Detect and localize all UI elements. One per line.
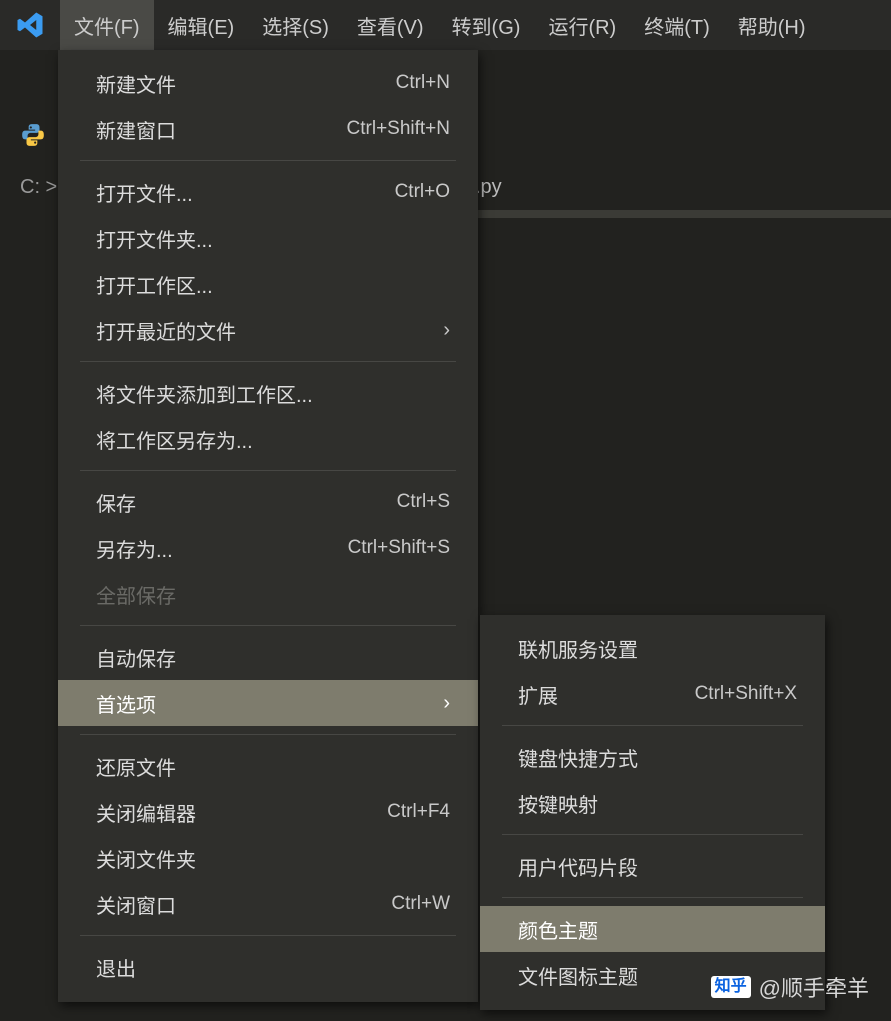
menu-edit[interactable]: 编辑(E): [154, 0, 249, 50]
menu-file[interactable]: 文件(F): [60, 0, 154, 50]
menu-selection[interactable]: 选择(S): [248, 0, 343, 50]
submenu-keyboard-shortcuts[interactable]: 键盘快捷方式: [480, 734, 825, 780]
menu-revert-file[interactable]: 还原文件: [58, 743, 478, 789]
menu-terminal[interactable]: 终端(T): [630, 0, 724, 50]
submenu-extensions[interactable]: 扩展Ctrl+Shift+X: [480, 671, 825, 717]
menu-run[interactable]: 运行(R): [534, 0, 630, 50]
menu-open-recent[interactable]: 打开最近的文件›: [58, 307, 478, 353]
chevron-right-icon: ›: [443, 692, 450, 715]
menu-close-folder[interactable]: 关闭文件夹: [58, 835, 478, 881]
menu-separator: [80, 625, 456, 626]
menu-save[interactable]: 保存Ctrl+S: [58, 479, 478, 525]
menu-save-workspace-as[interactable]: 将工作区另存为...: [58, 416, 478, 462]
menu-new-window[interactable]: 新建窗口Ctrl+Shift+N: [58, 106, 478, 152]
menu-separator: [80, 470, 456, 471]
menu-separator: [80, 734, 456, 735]
menu-view[interactable]: 查看(V): [343, 0, 438, 50]
file-menu-dropdown: 新建文件Ctrl+N 新建窗口Ctrl+Shift+N 打开文件...Ctrl+…: [58, 50, 478, 1002]
breadcrumb-prefix: C: >: [20, 176, 57, 199]
menu-open-folder[interactable]: 打开文件夹...: [58, 215, 478, 261]
submenu-user-snippets[interactable]: 用户代码片段: [480, 843, 825, 889]
menu-open-file[interactable]: 打开文件...Ctrl+O: [58, 169, 478, 215]
menu-save-all: 全部保存: [58, 571, 478, 617]
menu-preferences[interactable]: 首选项›: [58, 680, 478, 726]
submenu-color-theme[interactable]: 颜色主题: [480, 906, 825, 952]
menu-go[interactable]: 转到(G): [438, 0, 535, 50]
submenu-online-settings[interactable]: 联机服务设置: [480, 625, 825, 671]
submenu-keymaps[interactable]: 按键映射: [480, 780, 825, 826]
menu-separator: [502, 834, 803, 835]
menu-separator: [502, 897, 803, 898]
menu-open-workspace[interactable]: 打开工作区...: [58, 261, 478, 307]
preferences-submenu: 联机服务设置 扩展Ctrl+Shift+X 键盘快捷方式 按键映射 用户代码片段…: [480, 615, 825, 1010]
watermark: 知乎 @顺手牵羊: [711, 971, 869, 1003]
menu-separator: [80, 935, 456, 936]
menu-add-folder-to-workspace[interactable]: 将文件夹添加到工作区...: [58, 370, 478, 416]
menu-separator: [80, 160, 456, 161]
python-icon: [20, 122, 46, 155]
menu-close-editor[interactable]: 关闭编辑器Ctrl+F4: [58, 789, 478, 835]
menu-new-file[interactable]: 新建文件Ctrl+N: [58, 60, 478, 106]
chevron-right-icon: ›: [443, 319, 450, 342]
menu-help[interactable]: 帮助(H): [724, 0, 820, 50]
menubar: 文件(F) 编辑(E) 选择(S) 查看(V) 转到(G) 运行(R) 终端(T…: [0, 0, 891, 50]
menu-close-window[interactable]: 关闭窗口Ctrl+W: [58, 881, 478, 927]
zhihu-logo-icon: 知乎: [711, 976, 751, 998]
menu-save-as[interactable]: 另存为...Ctrl+Shift+S: [58, 525, 478, 571]
menu-separator: [80, 361, 456, 362]
vscode-logo-icon: [10, 5, 50, 45]
menu-exit[interactable]: 退出: [58, 944, 478, 990]
menu-separator: [502, 725, 803, 726]
breadcrumb-suffix: .py: [475, 176, 502, 199]
watermark-text: @顺手牵羊: [759, 971, 869, 1003]
menu-autosave[interactable]: 自动保存: [58, 634, 478, 680]
